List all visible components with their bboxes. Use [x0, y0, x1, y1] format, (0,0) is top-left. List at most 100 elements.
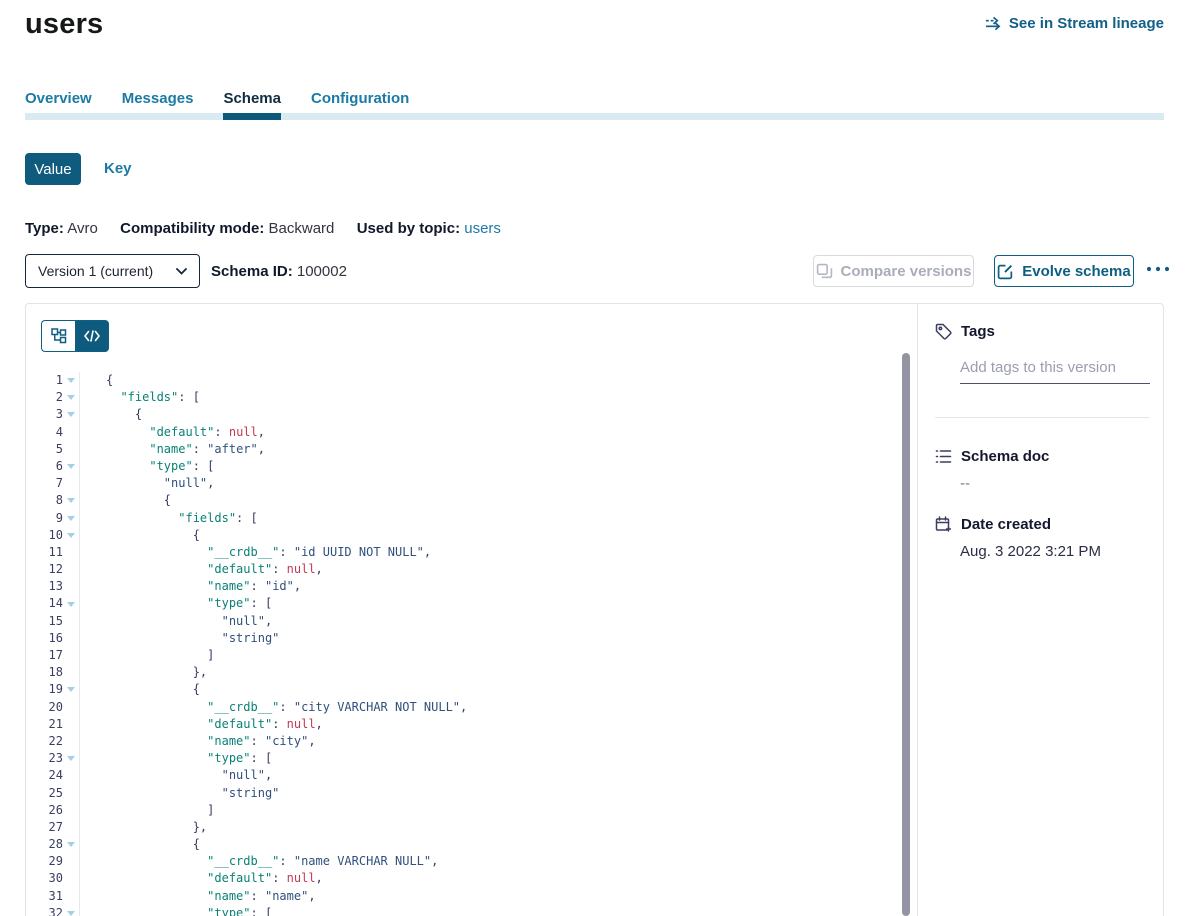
type-value: Avro: [67, 220, 98, 237]
panel-divider: [917, 304, 918, 916]
code-text: "string": [79, 630, 902, 647]
stream-lineage-link[interactable]: See in Stream lineage: [985, 15, 1164, 32]
compare-versions-button[interactable]: Compare versions: [813, 255, 974, 287]
fold-spacer: [63, 578, 79, 595]
fold-spacer: [63, 888, 79, 905]
fold-spacer: [63, 699, 79, 716]
code-line: 20 "__crdb__": "city VARCHAR NOT NULL",: [26, 699, 902, 716]
code-line: 14 "type": [: [26, 595, 902, 612]
fold-spacer: [63, 630, 79, 647]
value-toggle-button[interactable]: Value: [25, 153, 81, 185]
fold-toggle-icon[interactable]: [63, 527, 79, 544]
type-label: Type:: [25, 220, 64, 237]
code-text: {: [79, 527, 902, 544]
tab-messages[interactable]: Messages: [122, 90, 194, 120]
tree-view-button[interactable]: [41, 320, 75, 352]
date-created-section-header: Date created: [935, 516, 1051, 533]
code-text: {: [79, 836, 902, 853]
fold-toggle-icon[interactable]: [63, 372, 79, 389]
fold-toggle-icon[interactable]: [63, 389, 79, 406]
line-number: 15: [26, 613, 63, 630]
code-text: {: [79, 406, 902, 423]
editor-scrollbar[interactable]: [902, 353, 910, 916]
compatibility-value: Backward: [269, 220, 335, 237]
tags-input[interactable]: [960, 352, 1150, 384]
tabs: Overview Messages Schema Configuration: [25, 90, 439, 120]
fold-spacer: [63, 733, 79, 750]
code-line: 24 "null",: [26, 767, 902, 784]
line-number: 7: [26, 475, 63, 492]
fold-toggle-icon[interactable]: [63, 681, 79, 698]
tab-schema[interactable]: Schema: [223, 90, 281, 120]
fold-toggle-icon[interactable]: [63, 750, 79, 767]
version-select[interactable]: Version 1 (current): [25, 254, 200, 288]
line-number: 26: [26, 802, 63, 819]
ellipsis-icon: [1146, 266, 1172, 272]
code-line: 17 ]: [26, 647, 902, 664]
line-number: 9: [26, 510, 63, 527]
page-title: users: [25, 8, 103, 41]
code-line: 13 "name": "id",: [26, 578, 902, 595]
editor-view-toggle: [41, 320, 109, 352]
code-line: 32 "type": [: [26, 905, 902, 916]
code-line: 8 {: [26, 492, 902, 509]
used-by-topic-link[interactable]: users: [464, 220, 501, 237]
line-number: 17: [26, 647, 63, 664]
line-number: 18: [26, 664, 63, 681]
schema-doc-title: Schema doc: [961, 448, 1049, 465]
code-text: "type": [: [79, 595, 902, 612]
code-text: {: [79, 372, 902, 389]
code-line: 18 },: [26, 664, 902, 681]
fold-toggle-icon[interactable]: [63, 595, 79, 612]
fold-spacer: [63, 767, 79, 784]
code-text: "name": "id",: [79, 578, 902, 595]
code-line: 9 "fields": [: [26, 510, 902, 527]
line-number: 27: [26, 819, 63, 836]
code-text: "__crdb__": "city VARCHAR NOT NULL",: [79, 699, 902, 716]
chevron-down-icon: [176, 268, 187, 275]
fold-toggle-icon[interactable]: [63, 905, 79, 916]
tab-overview[interactable]: Overview: [25, 90, 92, 120]
version-select-value: Version 1 (current): [38, 263, 153, 279]
fold-toggle-icon[interactable]: [63, 458, 79, 475]
code-text: {: [79, 492, 902, 509]
line-number: 23: [26, 750, 63, 767]
code-text: "name": "after",: [79, 441, 902, 458]
fold-spacer: [63, 802, 79, 819]
code-view-button[interactable]: [75, 320, 109, 352]
calendar-icon: [935, 516, 952, 533]
code-text: "default": null,: [79, 716, 902, 733]
schema-code-editor[interactable]: 1{2 "fields": [3 {4 "default": null,5 "n…: [26, 372, 902, 916]
code-text: "type": [: [79, 458, 902, 475]
fold-toggle-icon[interactable]: [63, 406, 79, 423]
fold-toggle-icon[interactable]: [63, 492, 79, 509]
fold-spacer: [63, 561, 79, 578]
compare-versions-label: Compare versions: [841, 263, 972, 280]
line-number: 31: [26, 888, 63, 905]
line-number: 14: [26, 595, 63, 612]
evolve-schema-button[interactable]: Evolve schema: [994, 255, 1134, 287]
line-number: 24: [26, 767, 63, 784]
line-number: 28: [26, 836, 63, 853]
code-text: "string": [79, 785, 902, 802]
code-text: "__crdb__": "name VARCHAR NULL",: [79, 853, 902, 870]
fold-spacer: [63, 613, 79, 630]
code-line: 7 "null",: [26, 475, 902, 492]
fold-toggle-icon[interactable]: [63, 836, 79, 853]
compare-versions-icon: [816, 263, 833, 280]
compatibility-label: Compatibility mode:: [120, 220, 264, 237]
fold-toggle-icon[interactable]: [63, 510, 79, 527]
tab-configuration[interactable]: Configuration: [311, 90, 409, 120]
code-text: "type": [: [79, 905, 902, 916]
date-created-value: Aug. 3 2022 3:21 PM: [960, 543, 1101, 560]
tags-section-header: Tags: [935, 323, 995, 340]
more-actions-button[interactable]: [1146, 260, 1176, 278]
code-text: "fields": [: [79, 389, 902, 406]
code-line: 25 "string": [26, 785, 902, 802]
line-number: 1: [26, 372, 63, 389]
key-toggle-button[interactable]: Key: [104, 160, 132, 177]
date-created-title: Date created: [961, 516, 1051, 533]
line-number: 25: [26, 785, 63, 802]
code-line: 5 "name": "after",: [26, 441, 902, 458]
line-number: 10: [26, 527, 63, 544]
